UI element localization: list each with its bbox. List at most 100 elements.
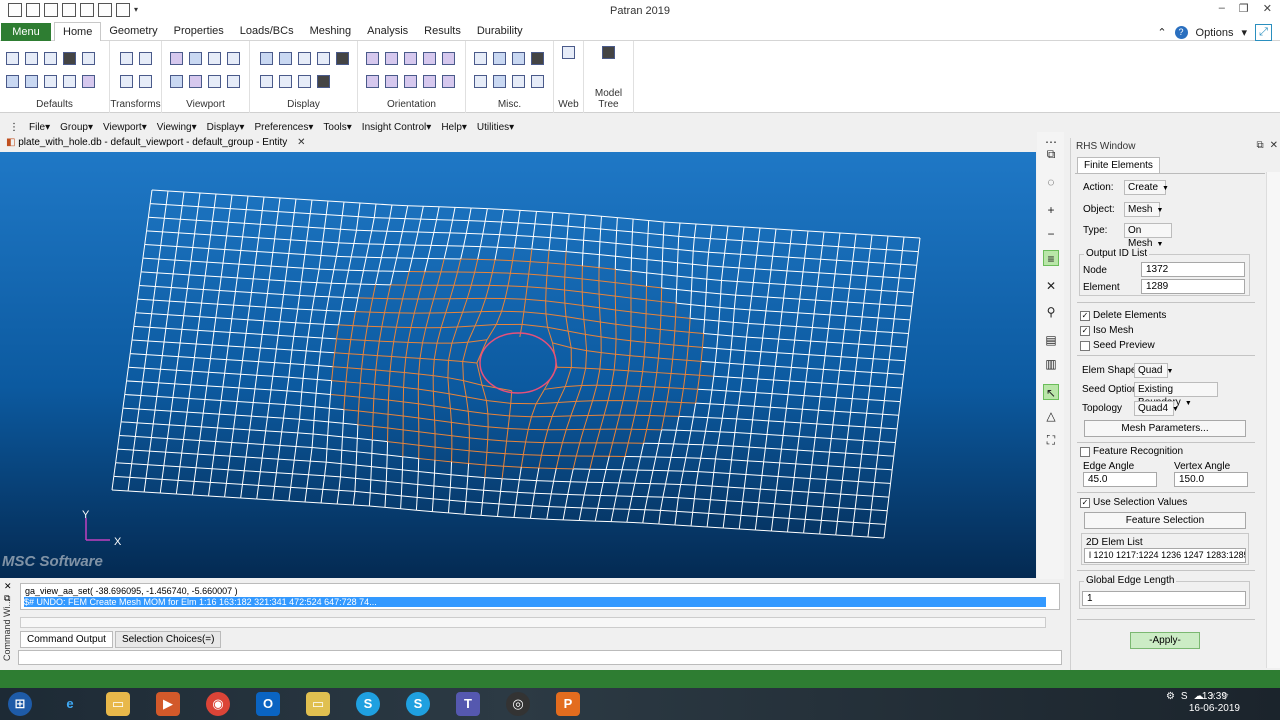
smooth-icon[interactable] — [317, 52, 330, 65]
frame-icon[interactable]: ⛶ — [1043, 432, 1059, 448]
type-select[interactable]: On Mesh ▼ — [1124, 223, 1172, 249]
history-horizontal-scrollbar[interactable] — [20, 617, 1046, 628]
history-line-selected[interactable]: $# UNDO: FEM Create Mesh MOM for Elm 1:1… — [24, 597, 1046, 607]
drag-handle-icon[interactable]: ⋮ — [4, 120, 24, 135]
close-icon[interactable]: ✕ — [1263, 2, 1272, 15]
tab-analysis[interactable]: Analysis — [359, 22, 416, 41]
triangle-icon[interactable]: △ — [1043, 408, 1059, 424]
internet-explorer-icon[interactable]: e — [58, 692, 82, 716]
node-pick-icon[interactable]: ⚲ — [1043, 304, 1059, 320]
folder-icon[interactable]: ▭ — [306, 692, 330, 716]
command-history[interactable]: ga_view_aa_set( -38.696095, -1.456740, -… — [20, 583, 1060, 610]
tab-durability[interactable]: Durability — [469, 22, 531, 41]
orient-iso3-icon[interactable] — [423, 75, 436, 88]
copy-view-icon[interactable]: ⧉ — [1043, 146, 1059, 162]
menu-tools[interactable]: Tools▾ — [318, 120, 356, 135]
zoom-in-icon[interactable] — [227, 75, 240, 88]
lasso-icon[interactable]: ◌ — [1043, 174, 1059, 190]
measure-icon[interactable] — [474, 52, 487, 65]
zoom-icon[interactable] — [139, 75, 152, 88]
zoom-out-icon[interactable]: − — [1043, 226, 1059, 242]
fit-view-icon[interactable] — [170, 75, 183, 88]
orient-bottom-icon[interactable] — [366, 75, 379, 88]
menu-button[interactable]: Menu — [1, 23, 51, 41]
skype-tray-icon[interactable]: S — [1181, 691, 1188, 704]
new-icon[interactable] — [6, 52, 19, 65]
orient-right-icon[interactable] — [423, 52, 436, 65]
topology-select[interactable]: Quad4 ▼ — [1134, 401, 1179, 416]
global-edge-length-field[interactable]: 1 — [1082, 591, 1246, 606]
rotate-alt-icon[interactable] — [139, 52, 152, 65]
float-icon[interactable]: ⧉ — [1256, 140, 1263, 151]
pan-icon[interactable] — [44, 75, 57, 88]
clip-icon[interactable] — [512, 75, 525, 88]
menu-file[interactable]: File▾ — [24, 120, 55, 135]
action-select[interactable]: Create ▼ — [1124, 180, 1169, 195]
command-input[interactable] — [18, 650, 1062, 665]
pointer-icon[interactable]: ↖ — [1043, 384, 1059, 400]
chrome-icon[interactable]: ◉ — [206, 692, 230, 716]
start-icon[interactable]: ⊞ — [8, 692, 32, 716]
table-alt-icon[interactable]: ▥ — [1043, 356, 1059, 372]
tab-results[interactable]: Results — [416, 22, 469, 41]
menu-insight-control[interactable]: Insight Control▾ — [357, 120, 437, 135]
document-tab[interactable]: ◧ plate_with_hole.db - default_viewport … — [0, 136, 1040, 152]
grid-display-icon[interactable] — [279, 75, 292, 88]
tab-home[interactable]: Home — [54, 22, 102, 42]
skype-business-icon[interactable]: S — [406, 692, 430, 716]
view-front-icon[interactable] — [170, 52, 183, 65]
hidden-line-icon[interactable] — [279, 52, 292, 65]
table-icon[interactable]: ▤ — [1043, 332, 1059, 348]
restore-icon[interactable]: ❐ — [1239, 2, 1249, 15]
view-side-icon[interactable] — [208, 52, 221, 65]
home-icon[interactable] — [562, 46, 575, 59]
menu-viewing[interactable]: Viewing▾ — [152, 120, 202, 135]
orient-top-icon[interactable] — [442, 52, 455, 65]
rotate-icon[interactable] — [120, 52, 133, 65]
skype-icon[interactable]: S — [356, 692, 380, 716]
view-top-icon[interactable] — [189, 52, 202, 65]
display-props-icon[interactable] — [336, 52, 349, 65]
label-icon[interactable] — [82, 75, 95, 88]
tab-properties[interactable]: Properties — [166, 22, 232, 41]
menu-viewport[interactable]: Viewport▾ — [98, 120, 152, 135]
mesh-plot[interactable]: XY — [0, 152, 1036, 578]
vertex-angle-field[interactable]: 150.0 — [1174, 472, 1248, 487]
feature-recognition-checkbox[interactable] — [1080, 447, 1090, 457]
open-icon[interactable] — [25, 52, 38, 65]
menu-preferences[interactable]: Preferences▾ — [249, 120, 318, 135]
folder-icon[interactable] — [44, 52, 57, 65]
network-icon[interactable]: ⚙ — [1166, 691, 1175, 704]
seed-option-select[interactable]: Existing Boundary▼ — [1134, 382, 1218, 408]
obs-icon[interactable]: ◎ — [506, 692, 530, 716]
transparency-icon[interactable] — [493, 52, 506, 65]
node-id-field[interactable]: 1372 — [1141, 262, 1245, 277]
zoom-box-icon[interactable] — [189, 75, 202, 88]
iso-mesh-checkbox[interactable]: ✓ — [1080, 326, 1090, 336]
menu-display[interactable]: Display▾ — [202, 120, 250, 135]
save-icon[interactable] — [63, 52, 76, 65]
apply-button[interactable]: -Apply- — [1130, 632, 1200, 649]
print-icon[interactable] — [82, 52, 95, 65]
help-icon[interactable]: ? — [1174, 26, 1188, 39]
menu-group[interactable]: Group▾ — [55, 120, 98, 135]
tab-geometry[interactable]: Geometry — [101, 22, 165, 41]
shaded-icon[interactable] — [298, 52, 311, 65]
text-icon[interactable] — [474, 75, 487, 88]
rhs-scrollbar[interactable] — [1266, 172, 1280, 668]
clock[interactable]: 13:39 16-06-2019 — [1189, 691, 1240, 715]
zoom-out-icon[interactable] — [208, 75, 221, 88]
camera-icon[interactable] — [531, 52, 544, 65]
view-iso-icon[interactable] — [227, 52, 240, 65]
entity-icon[interactable] — [298, 75, 311, 88]
light-icon[interactable] — [512, 52, 525, 65]
orient-back-icon[interactable] — [385, 52, 398, 65]
use-selection-values-checkbox[interactable]: ✓ — [1080, 498, 1090, 508]
tab-loads-bcs[interactable]: Loads/BCs — [232, 22, 302, 41]
orient-iso1-icon[interactable] — [385, 75, 398, 88]
teams-icon[interactable]: T — [456, 692, 480, 716]
wireframe-icon[interactable] — [260, 52, 273, 65]
select-icon[interactable] — [63, 75, 76, 88]
rhs-close-icon[interactable]: ✕ — [1270, 140, 1278, 151]
edge-angle-field[interactable]: 45.0 — [1083, 472, 1157, 487]
